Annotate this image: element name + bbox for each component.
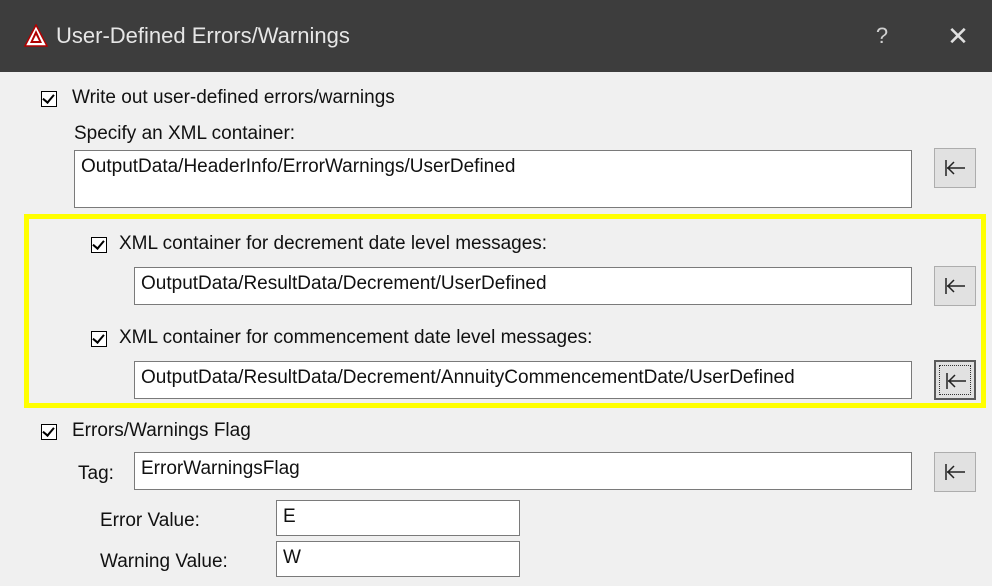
decrement-browse-button[interactable]: [934, 266, 976, 306]
close-button[interactable]: ✕: [932, 18, 984, 54]
decrement-checkbox[interactable]: [91, 237, 107, 253]
error-value-label: Error Value:: [100, 510, 200, 531]
decrement-field[interactable]: OutputData/ResultData/Decrement/UserDefi…: [134, 267, 912, 305]
insert-path-icon: [945, 160, 965, 176]
write-out-label: Write out user-defined errors/warnings: [72, 87, 395, 108]
container-field[interactable]: OutputData/HeaderInfo/ErrorWarnings/User…: [74, 150, 912, 208]
commencement-browse-button[interactable]: [934, 360, 976, 400]
insert-path-icon: [945, 278, 965, 294]
tag-field[interactable]: ErrorWarningsFlag: [134, 452, 912, 490]
title-bar: User-Defined Errors/Warnings ? ✕: [0, 0, 992, 72]
decrement-label: XML container for decrement date level m…: [119, 233, 548, 254]
warning-value-field[interactable]: W: [276, 541, 520, 577]
container-browse-button[interactable]: [934, 148, 976, 188]
help-button[interactable]: ?: [860, 18, 904, 54]
container-label: Specify an XML container:: [74, 123, 296, 144]
insert-path-icon: [945, 464, 965, 480]
tag-browse-button[interactable]: [934, 452, 976, 492]
insert-path-icon: [946, 373, 966, 389]
commencement-field[interactable]: OutputData/ResultData/Decrement/AnnuityC…: [134, 361, 912, 399]
flag-checkbox[interactable]: [41, 424, 57, 440]
window-title: User-Defined Errors/Warnings: [56, 23, 350, 48]
commencement-checkbox[interactable]: [91, 331, 107, 347]
app-logo-icon: [24, 24, 48, 47]
commencement-label: XML container for commencement date leve…: [119, 327, 593, 348]
flag-label: Errors/Warnings Flag: [72, 420, 251, 441]
write-out-checkbox[interactable]: [41, 91, 57, 107]
error-value-field[interactable]: E: [276, 500, 520, 536]
tag-label: Tag:: [78, 463, 114, 484]
warning-value-label: Warning Value:: [100, 551, 228, 572]
